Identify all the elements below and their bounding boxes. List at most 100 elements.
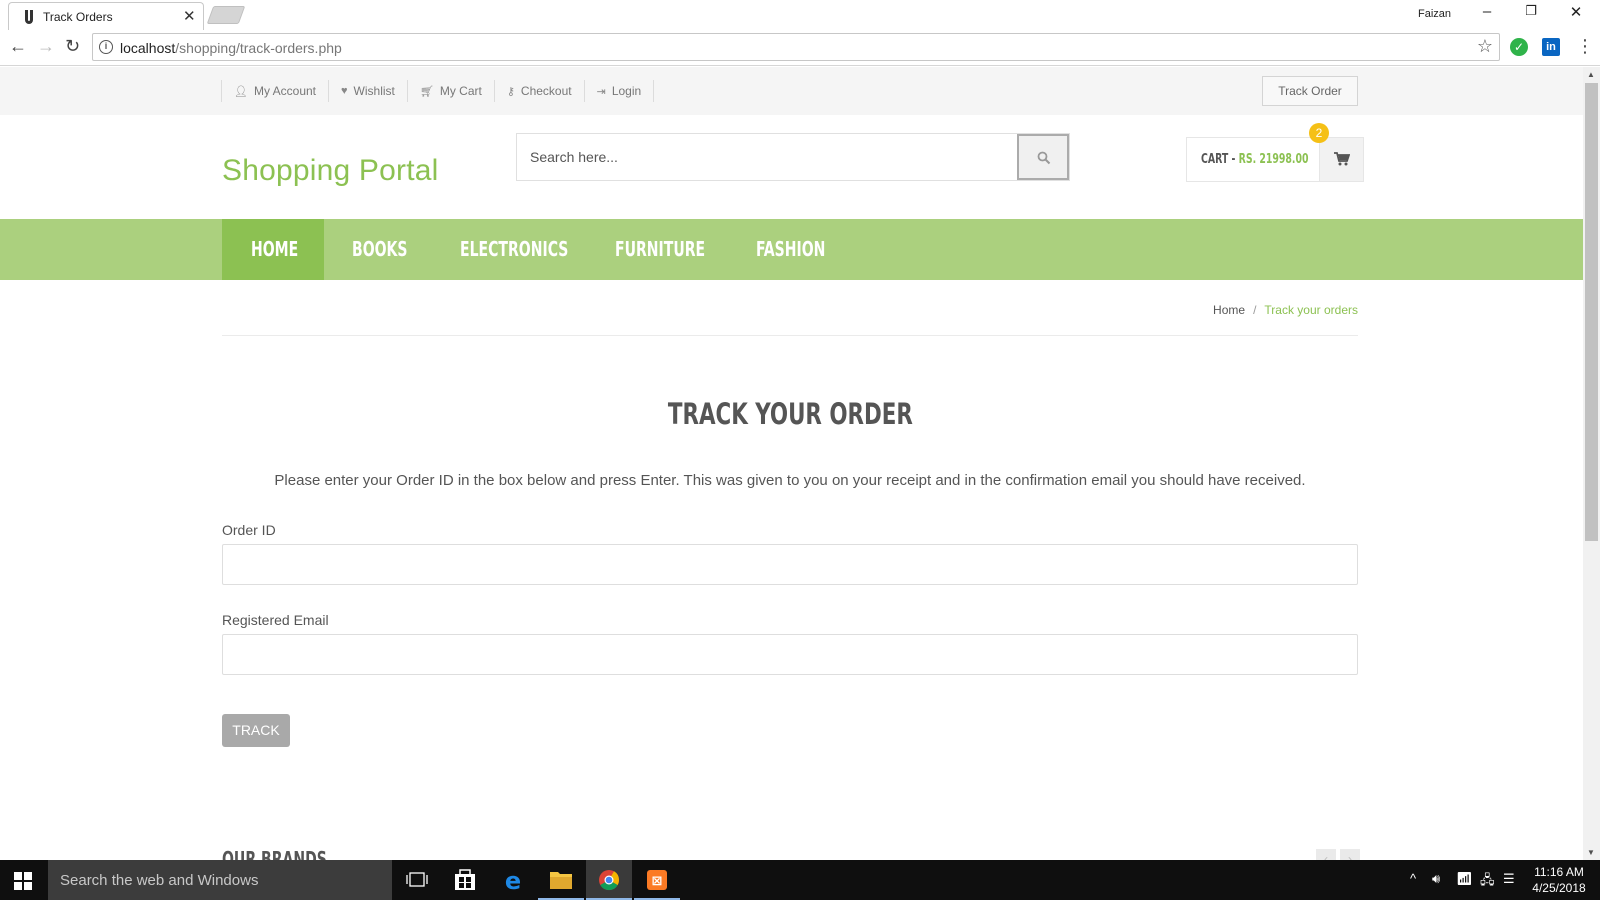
reload-icon[interactable]: ↻ xyxy=(65,36,80,57)
close-window-icon[interactable]: ✕ xyxy=(1566,3,1586,21)
taskbar-search[interactable]: Search the web and Windows xyxy=(48,860,392,900)
edge-app[interactable]: e xyxy=(490,860,536,900)
scroll-down-icon[interactable]: ▼ xyxy=(1587,848,1595,857)
nav-item-fashion[interactable]: FASHION xyxy=(756,219,825,280)
nav-item-books[interactable]: BOOKS xyxy=(352,219,408,280)
site-favicon-icon xyxy=(25,10,33,24)
new-tab-button[interactable] xyxy=(206,6,246,24)
browser-tab[interactable]: Track Orders ✕ xyxy=(8,2,204,30)
track-button[interactable]: TRACK xyxy=(222,714,290,747)
svg-text:⊠: ⊠ xyxy=(652,874,663,889)
scroll-thumb[interactable] xyxy=(1585,83,1598,541)
breadcrumb-current: Track your orders xyxy=(1264,303,1358,317)
track-order-button[interactable]: Track Order xyxy=(1262,76,1358,106)
search-icon xyxy=(1037,151,1051,165)
browser-menu-icon[interactable]: ⋮ xyxy=(1576,36,1594,57)
key-icon: ⚷ xyxy=(506,85,515,98)
top-links: 👤︎ My Account ♥ Wishlist 🛒︎ My Cart ⚷ Checko… xyxy=(221,80,655,102)
breadcrumb: Home / Track your orders xyxy=(1170,303,1358,317)
breadcrumb-divider xyxy=(222,335,1358,336)
site-logo[interactable]: Shopping Portal xyxy=(222,154,439,188)
url-host: localhost xyxy=(120,40,176,56)
taskbar-clock[interactable]: 11:16 AM 4/25/2018 xyxy=(1526,864,1592,896)
volume-icon[interactable]: 🔊︎ xyxy=(1432,871,1440,887)
xampp-app[interactable]: ⊠ xyxy=(634,860,680,900)
address-bar[interactable]: i localhost/shopping/track-orders.php ☆ xyxy=(92,33,1500,61)
sign-in-icon: ⇥ xyxy=(596,85,606,98)
tray-chevron-icon[interactable]: ^ xyxy=(1410,871,1416,886)
page-scrollbar[interactable]: ▲ ▼ xyxy=(1583,67,1600,860)
tab-close-icon[interactable]: ✕ xyxy=(183,7,196,25)
cart-icon: 🛒︎ xyxy=(419,85,434,98)
action-center-icon[interactable]: ☰ xyxy=(1503,871,1515,887)
store-icon xyxy=(455,869,475,890)
folder-icon xyxy=(550,872,572,889)
browser-toolbar: ← → ↻ i localhost/shopping/track-orders.… xyxy=(0,30,1600,66)
main-nav: HOME BOOKS ELECTRONICS FURNITURE FASHION xyxy=(0,219,1583,280)
taskbar-search-text: Search the web and Windows xyxy=(60,872,259,889)
email-label: Registered Email xyxy=(222,612,329,628)
order-id-input[interactable] xyxy=(222,544,1358,585)
brands-next-icon[interactable]: › xyxy=(1340,849,1360,860)
chrome-app[interactable] xyxy=(586,860,632,900)
edge-icon: e xyxy=(505,867,521,895)
cart-total: RS. 21998.00 xyxy=(1238,152,1309,167)
checkout-link[interactable]: ⚷ Checkout xyxy=(493,80,584,102)
page-title-text: TRACK YOUR ORDER xyxy=(667,397,913,431)
extension-check-icon[interactable]: ✓ xyxy=(1510,38,1528,56)
url-text[interactable]: localhost/shopping/track-orders.php xyxy=(120,40,342,56)
search-box xyxy=(516,133,1070,181)
wishlist-label: Wishlist xyxy=(353,84,395,98)
cart-summary[interactable]: CART - RS. 21998.00 xyxy=(1186,137,1364,182)
windows-taskbar: Search the web and Windows e ⊠ ^ 🔊︎ 📶︎ 🖧… xyxy=(0,860,1600,900)
cart-icon-button[interactable] xyxy=(1319,138,1363,181)
nav-item-electronics[interactable]: ELECTRONICS xyxy=(460,219,568,280)
windows-start-icon[interactable] xyxy=(14,872,32,890)
task-view-icon xyxy=(406,872,428,887)
search-input[interactable] xyxy=(517,134,1019,180)
shopping-cart-icon xyxy=(1334,152,1350,166)
forward-icon[interactable]: → xyxy=(37,36,55,57)
back-icon[interactable]: ← xyxy=(9,36,27,57)
url-path: /shopping/track-orders.php xyxy=(175,40,342,56)
xampp-icon: ⊠ xyxy=(647,870,667,890)
scroll-up-icon[interactable]: ▲ xyxy=(1587,70,1595,79)
bookmark-star-icon[interactable]: ☆ xyxy=(1477,36,1493,57)
user-icon: 👤︎ xyxy=(234,85,248,98)
login-link[interactable]: ⇥ Login xyxy=(583,80,655,102)
task-view-button[interactable] xyxy=(394,860,440,900)
search-button[interactable] xyxy=(1017,134,1069,180)
restore-icon[interactable]: ❐ xyxy=(1521,3,1541,19)
heart-icon: ♥ xyxy=(341,85,348,97)
order-id-label: Order ID xyxy=(222,522,276,538)
nav-item-furniture[interactable]: FURNITURE xyxy=(615,219,705,280)
my-cart-link[interactable]: 🛒︎ My Cart xyxy=(406,80,494,102)
info-icon[interactable]: i xyxy=(99,40,113,54)
wifi-icon[interactable]: 📶︎ xyxy=(1456,871,1473,887)
breadcrumb-home[interactable]: Home xyxy=(1213,303,1245,317)
cart-count-badge: 2 xyxy=(1309,123,1329,143)
page-title: TRACK YOUR ORDER xyxy=(222,397,1358,431)
tab-title: Track Orders xyxy=(43,10,113,24)
profile-name[interactable]: Faizan xyxy=(1418,8,1451,20)
intro-text: Please enter your Order ID in the box be… xyxy=(274,472,1306,489)
svg-text:e: e xyxy=(505,867,521,895)
login-label: Login xyxy=(611,84,642,98)
nav-item-home[interactable]: HOME xyxy=(251,219,298,280)
cart-text: CART - RS. 21998.00 xyxy=(1201,152,1309,167)
chrome-icon xyxy=(599,870,620,891)
brands-prev-icon[interactable]: ‹ xyxy=(1316,849,1336,860)
my-account-label: My Account xyxy=(253,84,316,98)
file-explorer-app[interactable] xyxy=(538,860,584,900)
linkedin-extension-icon[interactable]: in xyxy=(1542,38,1560,56)
email-input[interactable] xyxy=(222,634,1358,675)
network-icon[interactable]: 🖧 xyxy=(1480,871,1495,893)
my-account-link[interactable]: 👤︎ My Account xyxy=(221,80,328,102)
clock-date: 4/25/2018 xyxy=(1532,881,1586,895)
top-bar: 👤︎ My Account ♥ Wishlist 🛒︎ My Cart ⚷ Checko… xyxy=(0,67,1583,115)
my-cart-label: My Cart xyxy=(439,84,482,98)
minimize-icon[interactable]: – xyxy=(1477,3,1497,20)
breadcrumb-separator: / xyxy=(1253,303,1257,317)
store-app[interactable] xyxy=(442,860,488,900)
wishlist-link[interactable]: ♥ Wishlist xyxy=(328,80,407,102)
